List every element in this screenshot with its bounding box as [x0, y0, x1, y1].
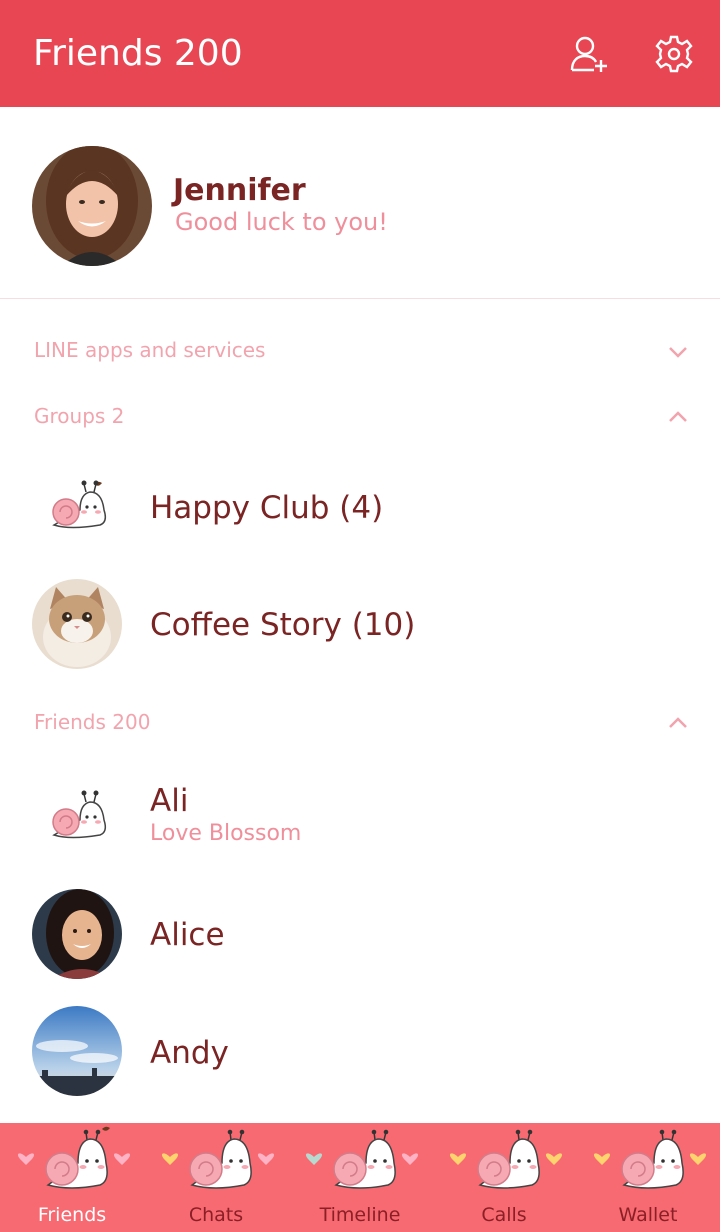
section-groups[interactable]: Groups 2	[34, 404, 124, 428]
snail-chats-icon	[161, 1129, 275, 1189]
snail-calls-icon	[449, 1129, 563, 1189]
profile-avatar[interactable]	[32, 146, 152, 266]
my-profile[interactable]: Jennifer Good luck to you!	[0, 107, 720, 299]
gear-icon[interactable]	[654, 34, 694, 74]
tab-label: Wallet	[618, 1204, 678, 1226]
friend-name: Andy	[150, 1035, 229, 1071]
tab-label: Calls	[481, 1204, 527, 1226]
snail-avatar-icon	[52, 480, 107, 529]
tab-label: Friends	[37, 1204, 107, 1226]
tab-timeline[interactable]: Timeline	[288, 1123, 432, 1232]
add-friend-icon[interactable]	[570, 34, 610, 74]
tab-label: Timeline	[319, 1204, 401, 1226]
snail-friends-icon	[17, 1126, 131, 1189]
chevron-down-icon[interactable]	[667, 345, 689, 359]
header-bar: Friends 200	[0, 0, 720, 107]
friend-avatar	[32, 889, 122, 979]
tab-label: Chats	[188, 1204, 244, 1226]
group-avatar	[32, 579, 122, 669]
friend-avatar	[32, 1006, 122, 1096]
chevron-up-icon[interactable]	[667, 716, 689, 730]
friend-name: Alice	[150, 917, 225, 953]
profile-status-message: Good luck to you!	[175, 208, 388, 236]
tab-wallet[interactable]: Wallet	[576, 1123, 720, 1232]
friend-status-message: Love Blossom	[150, 821, 302, 846]
friend-name: Ali	[150, 783, 189, 819]
snail-avatar-icon	[52, 790, 107, 839]
tab-friends[interactable]: Friends	[0, 1123, 144, 1232]
snail-timeline-icon	[305, 1129, 419, 1189]
group-name: Coffee Story (10)	[150, 607, 416, 643]
bottom-tab-bar: Friends Chats Timeline Calls Wallet	[0, 1123, 720, 1232]
tab-chats[interactable]: Chats	[144, 1123, 288, 1232]
snail-wallet-icon	[593, 1129, 707, 1189]
page-title: Friends 200	[33, 33, 243, 74]
tab-calls[interactable]: Calls	[432, 1123, 576, 1232]
section-line-apps[interactable]: LINE apps and services	[34, 338, 265, 362]
profile-name: Jennifer	[173, 173, 306, 208]
group-name: Happy Club (4)	[150, 490, 384, 526]
chevron-up-icon[interactable]	[667, 410, 689, 424]
section-friends[interactable]: Friends 200	[34, 710, 150, 734]
